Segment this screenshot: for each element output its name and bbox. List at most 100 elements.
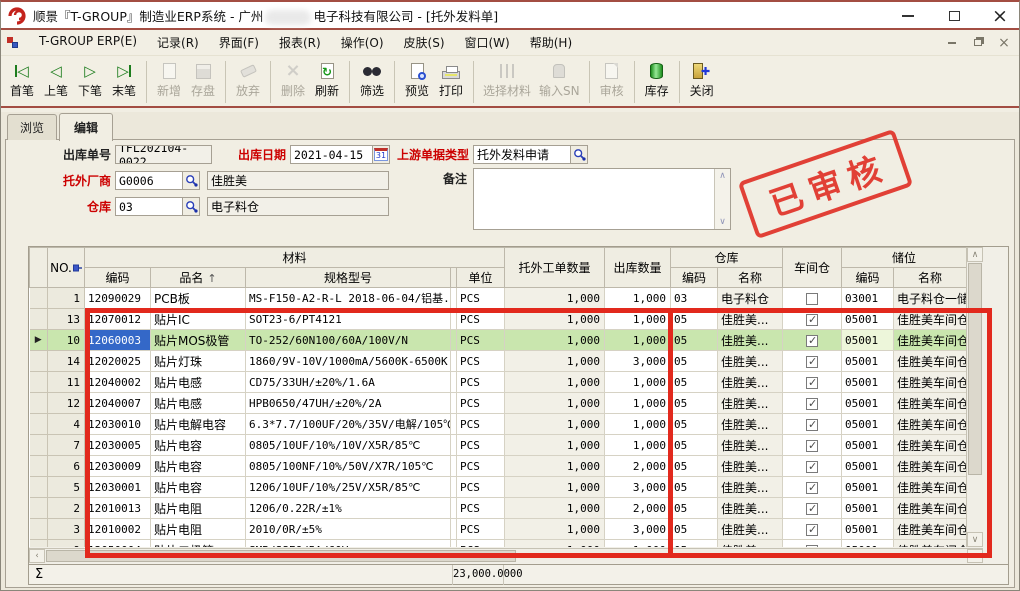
workshop-checkbox[interactable] bbox=[806, 377, 818, 389]
cell-unit[interactable]: PCS bbox=[457, 309, 505, 330]
cell-loc_code[interactable]: 05001 bbox=[842, 519, 894, 540]
cell-order-qty[interactable]: 1,000 bbox=[505, 330, 605, 351]
lookup-button[interactable] bbox=[182, 198, 199, 215]
cell-wh-name[interactable]: 佳胜美... bbox=[718, 519, 783, 540]
cell-code[interactable]: 12070012 bbox=[85, 309, 151, 330]
cell-wh-name[interactable]: 佳胜美... bbox=[718, 309, 783, 330]
cell-issue-qty[interactable]: 3,000 bbox=[605, 351, 671, 372]
menu-item[interactable]: 皮肤(S) bbox=[394, 31, 455, 54]
cell-loc-name[interactable]: 佳胜美车间仓 bbox=[894, 351, 967, 372]
cell-code[interactable]: 12010013 bbox=[85, 498, 151, 519]
cell-issue-qty[interactable]: 3,000 bbox=[605, 519, 671, 540]
cell-loc_code[interactable]: 05001 bbox=[842, 498, 894, 519]
cell-loc-name[interactable]: 电子料仓一储 bbox=[894, 288, 967, 309]
table-row[interactable]: 1112040002贴片电感CD75/33UH/±20%/1.6APCS1,00… bbox=[30, 372, 967, 393]
cell-no[interactable]: 6 bbox=[48, 456, 85, 477]
cell-no[interactable]: 1 bbox=[48, 288, 85, 309]
cell-wh-name[interactable]: 佳胜美... bbox=[718, 477, 783, 498]
cell-order-qty[interactable]: 1,000 bbox=[505, 477, 605, 498]
cell-order-qty[interactable]: 1,000 bbox=[505, 351, 605, 372]
table-row[interactable]: ▶1012060003贴片MOS极管TO-252/60N100/60A/100V… bbox=[30, 330, 967, 351]
cell-unit[interactable]: PCS bbox=[457, 414, 505, 435]
cell-loc-name[interactable]: 佳胜美车间仓 bbox=[894, 540, 967, 548]
cell-loc_code[interactable]: 05001 bbox=[842, 435, 894, 456]
cell-loc_code[interactable]: 05001 bbox=[842, 456, 894, 477]
header-group-location[interactable]: 储位 bbox=[842, 248, 967, 268]
cell-unit[interactable]: PCS bbox=[457, 456, 505, 477]
cell-workshop[interactable] bbox=[783, 414, 842, 435]
cell-spec[interactable]: SOT23-6/PT4121 bbox=[246, 309, 451, 330]
cell-code[interactable]: 12030001 bbox=[85, 477, 151, 498]
cell-no[interactable]: 14 bbox=[48, 351, 85, 372]
maximize-button[interactable] bbox=[943, 5, 965, 27]
cell-unit[interactable]: PCS bbox=[457, 477, 505, 498]
cell-indicator[interactable] bbox=[30, 288, 48, 309]
scroll-up-icon[interactable]: ∧ bbox=[715, 169, 730, 183]
cell-wh-name[interactable]: 佳胜美... bbox=[718, 372, 783, 393]
cell-loc_code[interactable]: 05001 bbox=[842, 330, 894, 351]
cell-order-qty[interactable]: 1,000 bbox=[505, 393, 605, 414]
cell-name[interactable]: 贴片灯珠 bbox=[151, 351, 246, 372]
workshop-checkbox[interactable] bbox=[806, 398, 818, 410]
cell-no[interactable]: 3 bbox=[48, 519, 85, 540]
cell-code[interactable]: 12030010 bbox=[85, 414, 151, 435]
cell-workshop[interactable] bbox=[783, 477, 842, 498]
minimize-button[interactable] bbox=[897, 5, 919, 27]
header-name[interactable]: 品名↑ bbox=[151, 268, 246, 288]
issue-date-field[interactable]: 2021-04-15 31 bbox=[290, 145, 390, 164]
cell-issue-qty[interactable]: 1,000 bbox=[605, 393, 671, 414]
menu-item[interactable]: 帮助(H) bbox=[520, 31, 582, 54]
cell-name[interactable]: 贴片电容 bbox=[151, 456, 246, 477]
cell-issue-qty[interactable]: 2,000 bbox=[605, 456, 671, 477]
cell-code[interactable]: 12040007 bbox=[85, 393, 151, 414]
cell-spec[interactable]: 6.3*7.7/100UF/20%/35V/电解/105℃ bbox=[246, 414, 451, 435]
cell-wh-name[interactable]: 佳胜美... bbox=[718, 435, 783, 456]
cell-order-qty[interactable]: 1,000 bbox=[505, 372, 605, 393]
header-order-qty[interactable]: 托外工单数量 bbox=[505, 248, 605, 288]
mdi-system-icon[interactable] bbox=[7, 37, 19, 49]
cell-name[interactable]: 贴片电容 bbox=[151, 477, 246, 498]
cell-spec[interactable]: 1206/10UF/10%/25V/X5R/85℃ bbox=[246, 477, 451, 498]
nav-next-button[interactable]: ▷下笔 bbox=[73, 58, 107, 106]
cell-spec[interactable]: 0805/10UF/10%/10V/X5R/85℃ bbox=[246, 435, 451, 456]
cell-wh-name[interactable]: 佳胜美... bbox=[718, 414, 783, 435]
cell-wh-name[interactable]: 电子料仓 bbox=[718, 288, 783, 309]
refresh-button[interactable]: ↻刷新 bbox=[310, 58, 344, 106]
cell-wh-code[interactable]: 05 bbox=[671, 309, 718, 330]
header-wh-code[interactable]: 编码 bbox=[671, 268, 718, 288]
cell-wh-name[interactable]: 佳胜美... bbox=[718, 540, 783, 548]
cell-unit[interactable]: PCS bbox=[457, 372, 505, 393]
cell-unit[interactable]: PCS bbox=[457, 351, 505, 372]
cell-workshop[interactable] bbox=[783, 519, 842, 540]
cell-name[interactable]: 贴片电感 bbox=[151, 372, 246, 393]
cell-loc_code[interactable]: 03001 bbox=[842, 288, 894, 309]
vendor-code-field[interactable]: G0006 bbox=[115, 171, 200, 190]
cell-code[interactable]: 12030005 bbox=[85, 435, 151, 456]
cell-wh-code[interactable]: 05 bbox=[671, 477, 718, 498]
header-loc-name[interactable]: 名称 bbox=[894, 268, 967, 288]
cell-indicator[interactable] bbox=[30, 393, 48, 414]
cell-wh-name[interactable]: 佳胜美... bbox=[718, 330, 783, 351]
nav-last-button[interactable]: ▷末笔 bbox=[107, 58, 141, 106]
cell-spec[interactable]: 1206/0.22R/±1% bbox=[246, 498, 451, 519]
header-code[interactable]: 编码 bbox=[85, 268, 151, 288]
cell-loc_code[interactable]: 05001 bbox=[842, 372, 894, 393]
cell-indicator[interactable] bbox=[30, 456, 48, 477]
workshop-checkbox[interactable] bbox=[806, 356, 818, 368]
cell-loc-name[interactable]: 佳胜美车间仓 bbox=[894, 309, 967, 330]
cell-no[interactable]: 13 bbox=[48, 309, 85, 330]
cell-indicator[interactable] bbox=[30, 519, 48, 540]
cell-code[interactable]: 12090029 bbox=[85, 288, 151, 309]
cell-spec[interactable]: SMB/SSF6/5A/60V bbox=[246, 540, 451, 548]
cell-wh-code[interactable]: 05 bbox=[671, 393, 718, 414]
cell-code[interactable]: 12040002 bbox=[85, 372, 151, 393]
cell-wh-name[interactable]: 佳胜美... bbox=[718, 456, 783, 477]
cell-order-qty[interactable]: 1,000 bbox=[505, 414, 605, 435]
cell-spec[interactable]: 0805/100NF/10%/50V/X7R/105℃ bbox=[246, 456, 451, 477]
nav-first-button[interactable]: ◁首笔 bbox=[5, 58, 39, 106]
cell-code[interactable]: 12050004 bbox=[85, 540, 151, 548]
workshop-checkbox[interactable] bbox=[806, 524, 818, 536]
menu-item[interactable]: 窗口(W) bbox=[455, 31, 520, 54]
warehouse-code-field[interactable]: 03 bbox=[115, 197, 200, 216]
cell-wh-name[interactable]: 佳胜美... bbox=[718, 498, 783, 519]
